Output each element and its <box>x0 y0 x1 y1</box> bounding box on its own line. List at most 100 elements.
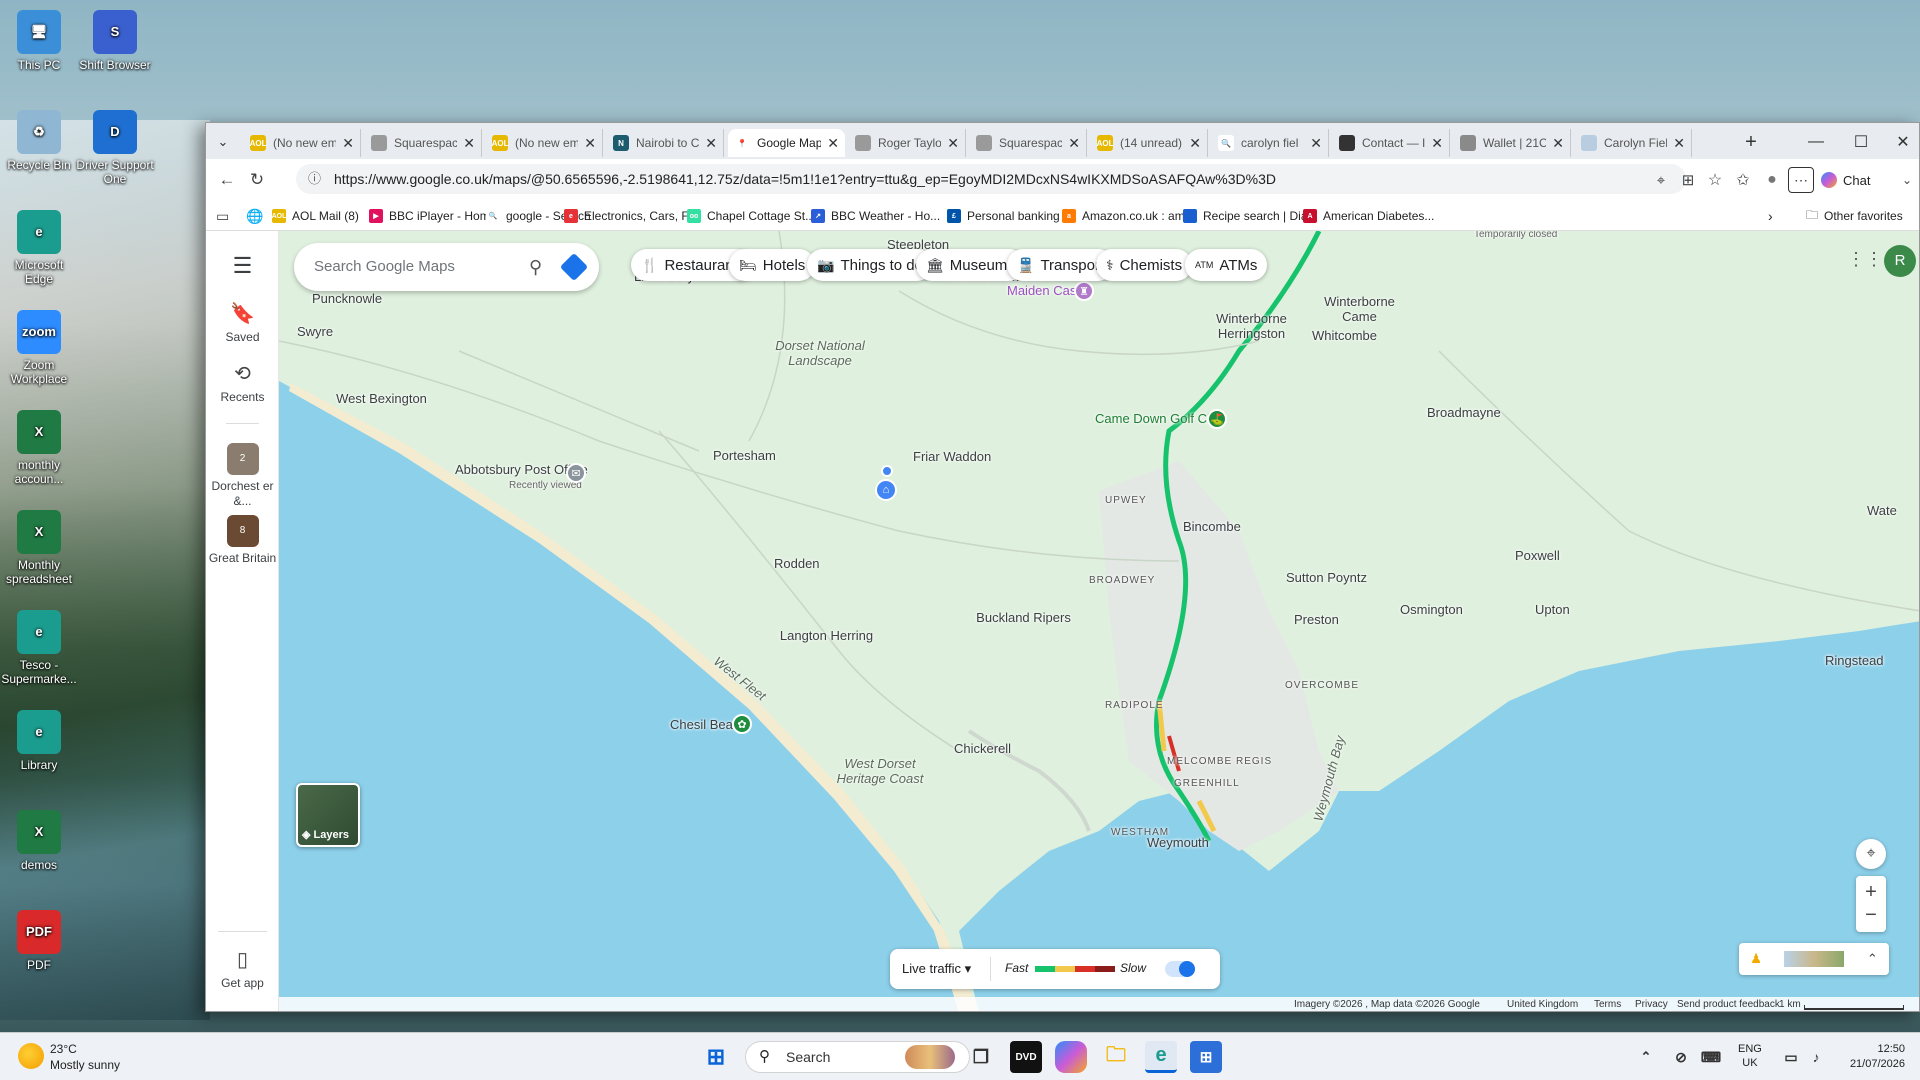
volume-icon[interactable]: ♪ <box>1800 1041 1832 1073</box>
reading-mode-icon[interactable]: ▭ <box>216 206 229 226</box>
desktop-icon[interactable]: PDF PDF <box>0 910 78 972</box>
tab-close-icon[interactable]: ✕ <box>1431 135 1443 152</box>
network-icon[interactable]: ⊘ <box>1665 1041 1697 1073</box>
search-icon[interactable]: ⚲ <box>529 243 542 291</box>
account-avatar[interactable]: R <box>1884 245 1916 277</box>
desktop-icon[interactable]: Xmonthly accoun... <box>0 410 78 486</box>
saved-button[interactable]: 🔖 Saved <box>206 301 279 344</box>
favorite-link[interactable]: a Amazon.co.uk : am... <box>1062 206 1195 226</box>
browser-tab[interactable]: 📍 Google Map ✕ <box>728 129 845 157</box>
keyboard-icon[interactable]: ⌨ <box>1695 1041 1727 1073</box>
privacy-link[interactable]: Privacy <box>1635 999 1668 1010</box>
tab-close-icon[interactable]: ✕ <box>584 135 596 152</box>
pegman-icon[interactable]: ♟ <box>1750 951 1762 967</box>
favorite-link[interactable]: A American Diabetes... <box>1303 206 1434 226</box>
new-tab-button[interactable]: + <box>1731 129 1771 155</box>
map-type-thumbs[interactable] <box>1784 951 1845 967</box>
store-icon[interactable]: ⊞ <box>1190 1041 1222 1073</box>
browser-tab[interactable]: AOL (No new em ✕ <box>244 129 361 157</box>
tab-close-icon[interactable]: ✕ <box>342 135 354 152</box>
recents-button[interactable]: ⟲ Recents <box>206 361 279 404</box>
maximize-button[interactable]: ☐ <box>1841 129 1881 155</box>
favorite-link[interactable]: AOL AOL Mail (8) <box>272 206 359 226</box>
home-pin-icon[interactable]: ⌂ <box>875 479 897 501</box>
desktop-icon[interactable]: S Shift Browser <box>76 10 154 72</box>
profile-icon[interactable]: ● <box>1759 167 1785 193</box>
edge-taskbar-icon[interactable]: e <box>1145 1041 1177 1073</box>
copilot-chat-button[interactable]: Chat <box>1821 167 1891 193</box>
category-chip[interactable]: ATM ATMs <box>1185 249 1268 281</box>
golf-pin-icon[interactable]: ⛳ <box>1207 409 1227 429</box>
chat-chevron-icon[interactable]: ⌄ <box>1894 167 1919 193</box>
dvd-app-icon[interactable]: DVD <box>1010 1041 1042 1073</box>
expand-chevron-icon[interactable]: ⌃ <box>1867 951 1878 967</box>
get-app-button[interactable]: ▯ Get app <box>206 947 279 990</box>
list-great-britain[interactable]: 8 Great Britain <box>206 515 279 566</box>
weather-temp[interactable]: 23°C <box>50 1042 77 1056</box>
region-link[interactable]: United Kingdom <box>1507 999 1578 1010</box>
weather-desc[interactable]: Mostly sunny <box>50 1058 120 1072</box>
weather-sun-icon[interactable] <box>18 1043 44 1069</box>
search-input[interactable]: Search Google Maps ⚲ <box>294 243 599 291</box>
desktop-icon[interactable]: Xdemos <box>0 810 78 872</box>
maiden-castle-pin-icon[interactable]: ♜ <box>1074 281 1094 301</box>
desktop-icon[interactable]: zoom Zoom Workplace <box>0 310 78 386</box>
browser-tab[interactable]: 🔍 carolyn fiel ✕ <box>1212 129 1329 157</box>
desktop-icon[interactable]: ♻ Recycle Bin <box>0 110 78 172</box>
favorite-star-icon[interactable]: ☆ <box>1702 167 1728 193</box>
browser-tab[interactable]: Carolyn Fiel ✕ <box>1575 129 1692 157</box>
traffic-dropdown[interactable]: Live traffic ▾ <box>902 961 971 977</box>
tab-close-icon[interactable]: ✕ <box>1068 135 1080 152</box>
language-indicator[interactable]: ENG UK <box>1738 1042 1762 1070</box>
favorite-link[interactable]: Recipe search | Dia... <box>1183 206 1318 226</box>
traffic-toggle[interactable] <box>1165 961 1195 977</box>
apps-grid-icon[interactable]: ⋮⋮ <box>1847 249 1883 270</box>
browser-tab[interactable]: Wallet | 21C ✕ <box>1454 129 1571 157</box>
app-available-icon[interactable]: ⊞ <box>1675 167 1701 193</box>
desktop-icon[interactable]: e Library <box>0 710 78 772</box>
desktop-icon[interactable]: D Driver Support One <box>76 110 154 186</box>
copilot-app-icon[interactable] <box>1055 1041 1087 1073</box>
favorite-link[interactable]: e Electronics, Cars, F... <box>564 206 697 226</box>
back-icon[interactable]: ← <box>214 167 240 193</box>
favorites-icon[interactable]: ✩ <box>1730 167 1756 193</box>
globe-icon[interactable]: 🌐 <box>246 206 263 226</box>
tab-close-icon[interactable]: ✕ <box>947 135 959 152</box>
minimize-button[interactable]: — <box>1796 129 1836 155</box>
list-dorchester[interactable]: 2 Dorchest er &... <box>206 443 279 509</box>
favorite-link[interactable]: £ Personal banking |... <box>947 206 1076 226</box>
other-favorites[interactable]: 🗀 Other favorites <box>1806 206 1903 226</box>
post-office-pin-icon[interactable]: ✉ <box>566 463 586 483</box>
browser-tab[interactable]: N Nairobi to C ✕ <box>607 129 724 157</box>
close-window-button[interactable]: ✕ <box>1883 129 1919 155</box>
tab-close-icon[interactable]: ✕ <box>1552 135 1564 152</box>
terms-link[interactable]: Terms <box>1594 999 1621 1010</box>
feedback-link[interactable]: Send product feedback <box>1677 999 1780 1010</box>
desktop-icon[interactable]: 🖥 This PC <box>0 10 78 72</box>
zoom-in-button[interactable]: + <box>1865 881 1877 904</box>
favorite-link[interactable]: oo Chapel Cottage St... <box>687 206 815 226</box>
file-explorer-icon[interactable]: 🗀 <box>1100 1041 1132 1073</box>
refresh-icon[interactable]: ↻ <box>244 167 270 193</box>
tab-close-icon[interactable]: ✕ <box>1673 135 1685 152</box>
favorite-link[interactable]: ▶ BBC iPlayer - Home <box>369 206 496 226</box>
clock[interactable]: 12:50 21/07/2026 <box>1835 1042 1905 1072</box>
tab-close-icon[interactable]: ✕ <box>463 135 475 152</box>
start-button[interactable]: ⊞ <box>700 1041 732 1073</box>
scale-bar-label[interactable]: 1 km <box>1779 999 1801 1010</box>
tray-chevron-icon[interactable]: ⌃ <box>1630 1041 1662 1073</box>
browser-tab[interactable]: Squarespac ✕ <box>970 129 1087 157</box>
map-canvas[interactable]: SteepletonLittlebredyMartinstownMaiden C… <box>279 231 1919 1011</box>
browser-tab[interactable]: AOL (No new em ✕ <box>486 129 603 157</box>
category-chip[interactable]: 🛏 Hotels <box>729 249 816 281</box>
browser-tab[interactable]: Contact — I ✕ <box>1333 129 1450 157</box>
tab-actions-button[interactable]: ⌄ <box>208 129 238 155</box>
category-chip[interactable]: 📷 Things to do <box>807 249 933 281</box>
favorite-link[interactable]: ↗ BBC Weather - Ho... <box>811 206 940 226</box>
desktop-icon[interactable]: X Monthly spreadsheet <box>0 510 78 586</box>
tab-close-icon[interactable]: ✕ <box>1310 135 1322 152</box>
my-location-button[interactable]: ⌖ <box>1856 839 1886 869</box>
task-view-icon[interactable]: ❐ <box>965 1041 997 1073</box>
directions-icon[interactable] <box>559 252 589 282</box>
location-icon[interactable]: ⌖ <box>1648 167 1674 193</box>
